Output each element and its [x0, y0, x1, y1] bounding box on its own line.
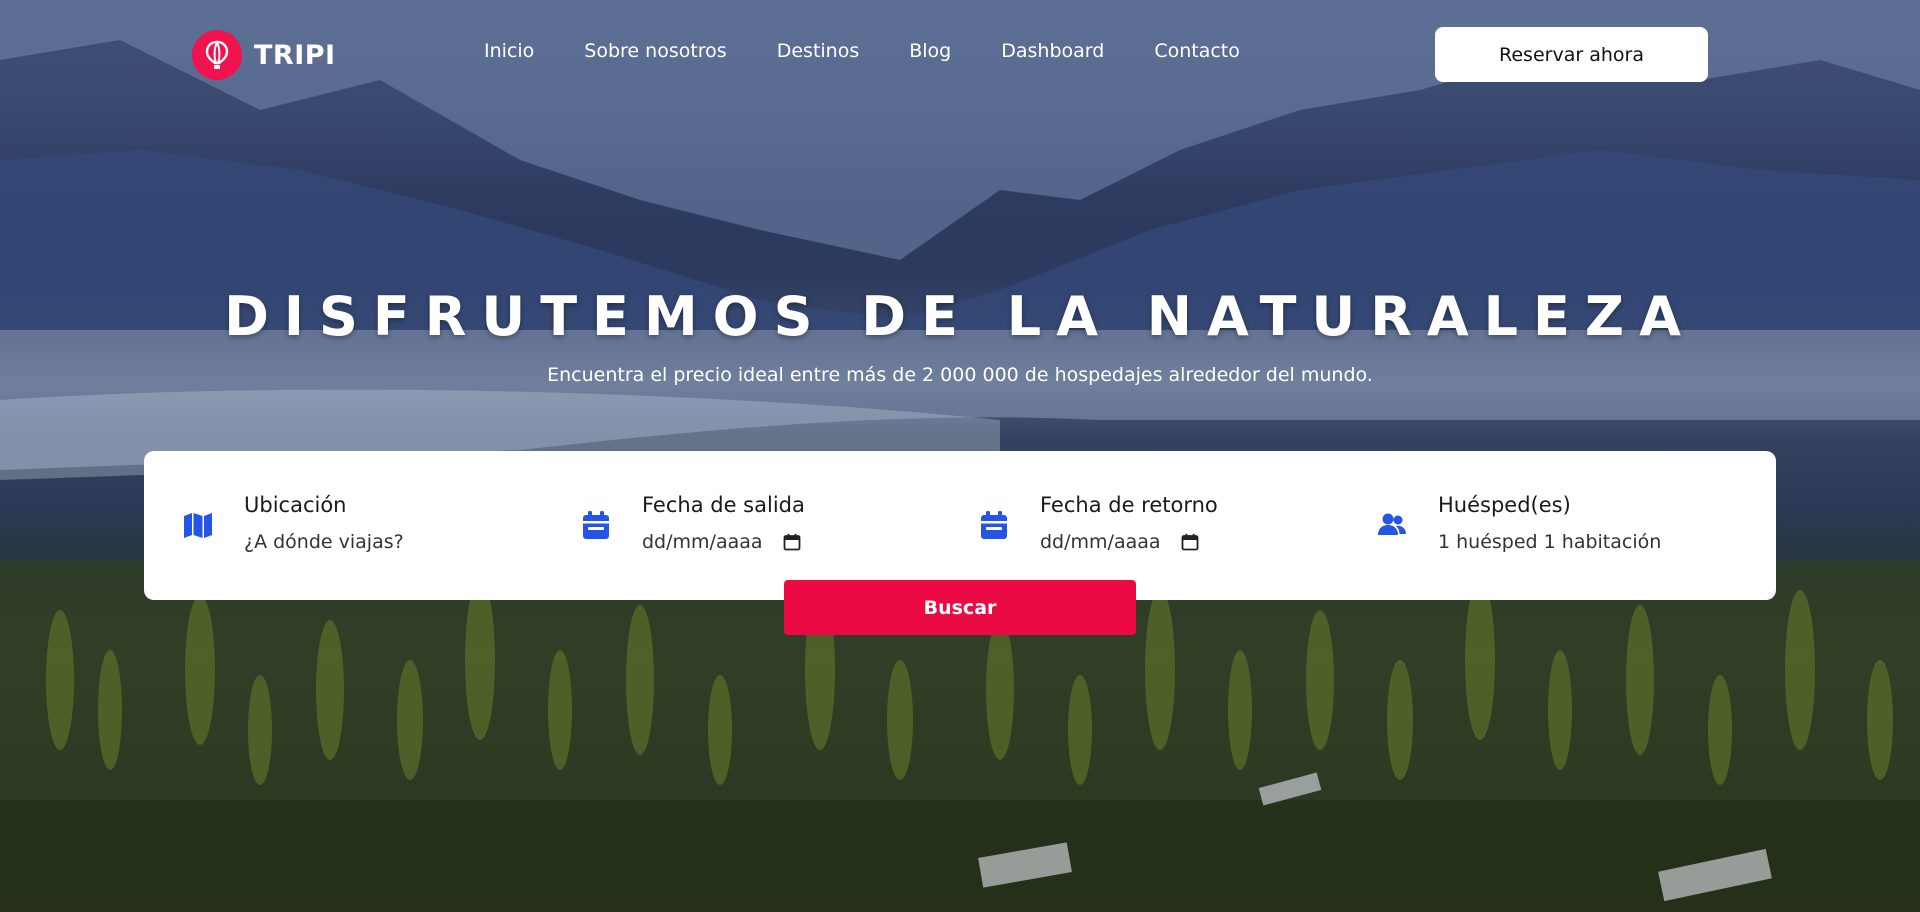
- search-panel: Ubicación Fecha de salida dd/mm/aaaa: [144, 451, 1776, 600]
- nav-link-inicio[interactable]: Inicio: [484, 40, 534, 62]
- nav-link-destinos[interactable]: Destinos: [777, 40, 860, 62]
- nav-link-sobre-nosotros[interactable]: Sobre nosotros: [584, 40, 726, 62]
- guests-field: Huésped(es) 1 huésped 1 habitación: [1338, 451, 1736, 600]
- location-field: Ubicación: [144, 451, 542, 600]
- calendar-icon: [583, 511, 609, 539]
- calendar-icon: [981, 511, 1007, 539]
- users-icon: [1378, 513, 1406, 535]
- hero-section: TRIPI Inicio Sobre nosotros Destinos Blo…: [0, 0, 1920, 912]
- departure-label: Fecha de salida: [642, 493, 805, 517]
- nav-link-blog[interactable]: Blog: [909, 40, 951, 62]
- calendar-picker-icon[interactable]: [783, 533, 801, 551]
- departure-field: Fecha de salida dd/mm/aaaa: [542, 451, 940, 600]
- calendar-picker-icon[interactable]: [1181, 533, 1199, 551]
- hero-title: DISFRUTEMOS DE LA NATURALEZA: [224, 285, 1696, 348]
- nav-link-contacto[interactable]: Contacto: [1154, 40, 1240, 62]
- map-icon: [184, 513, 212, 538]
- book-now-button[interactable]: Reservar ahora: [1435, 27, 1708, 82]
- brand-name: TRIPI: [254, 39, 336, 71]
- main-menu: Inicio Sobre nosotros Destinos Blog Dash…: [484, 40, 1290, 62]
- location-label: Ubicación: [244, 493, 347, 517]
- return-date-value: dd/mm/aaaa: [1040, 531, 1161, 553]
- guests-select[interactable]: 1 huésped 1 habitación: [1438, 531, 1708, 553]
- hero-subtitle: Encuentra el precio ideal entre más de 2…: [547, 364, 1373, 386]
- brand-logo[interactable]: TRIPI: [192, 30, 336, 80]
- departure-date-value: dd/mm/aaaa: [642, 531, 763, 553]
- return-label: Fecha de retorno: [1040, 493, 1218, 517]
- location-input[interactable]: [244, 531, 514, 553]
- nav-link-dashboard[interactable]: Dashboard: [1001, 40, 1104, 62]
- return-field: Fecha de retorno dd/mm/aaaa: [940, 451, 1338, 600]
- balloon-icon: [192, 30, 242, 80]
- return-date-input[interactable]: dd/mm/aaaa: [1040, 531, 1199, 553]
- search-button[interactable]: Buscar: [784, 580, 1136, 635]
- guests-label: Huésped(es): [1438, 493, 1571, 517]
- top-navigation: TRIPI Inicio Sobre nosotros Destinos Blo…: [0, 0, 1920, 110]
- departure-date-input[interactable]: dd/mm/aaaa: [642, 531, 801, 553]
